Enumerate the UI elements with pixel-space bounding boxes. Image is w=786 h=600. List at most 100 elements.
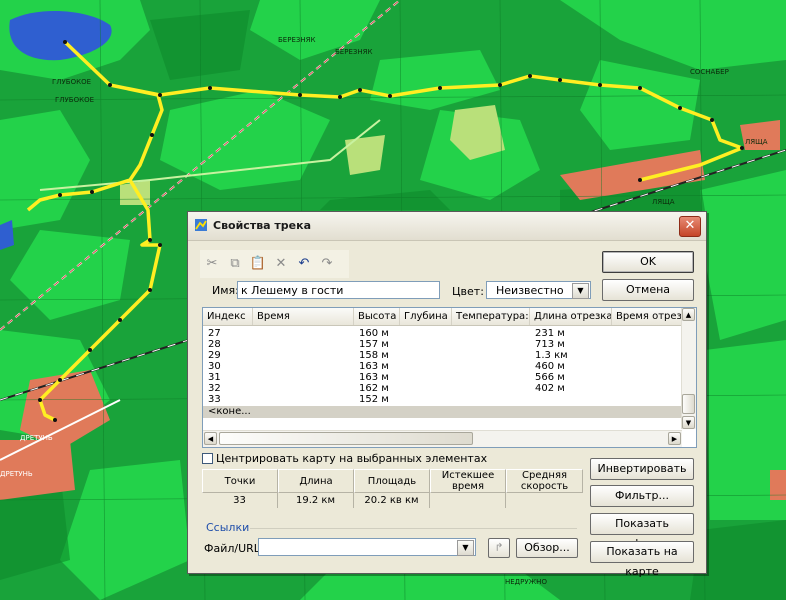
edit-toolbar: ✂ ⧉ 📋 ✕ ↶ ↷: [200, 250, 349, 278]
cell-end-marker: <коне...: [208, 406, 251, 417]
dialog-titlebar[interactable]: Свойства трека ✕: [188, 212, 706, 241]
map-label: БЕРЕЗНЯК: [278, 36, 316, 44]
scroll-right-icon[interactable]: ▶: [668, 432, 681, 445]
scroll-down-icon[interactable]: ▼: [682, 416, 695, 429]
cell-length: 402 м: [535, 383, 565, 394]
table-row[interactable]: 27 160 м 231 м: [203, 328, 682, 339]
redo-icon[interactable]: ↷: [318, 255, 336, 273]
table-header: Индекс Время Высота Глубина Температура:…: [203, 308, 682, 326]
map-label: ДРЕТУНЬ: [0, 470, 33, 478]
map-label: СОСНАБЕР: [690, 68, 729, 76]
vertical-scrollbar[interactable]: ▲ ▼: [681, 308, 696, 429]
show-profile-button[interactable]: Показать профиль...: [590, 513, 694, 550]
color-select[interactable]: Неизвестно ▼: [486, 281, 591, 299]
track-properties-dialog: Свойства трека ✕ ✂ ⧉ 📋 ✕ ↶ ↷ OK Отмена И…: [187, 211, 707, 578]
cell-altitude: 152 м: [359, 394, 389, 405]
scroll-up-icon[interactable]: ▲: [682, 308, 695, 321]
dialog-title: Свойства трека: [213, 219, 312, 232]
table-row[interactable]: 29 158 м 1.3 км: [203, 350, 682, 361]
file-url-input[interactable]: ▼: [258, 538, 476, 556]
stat-value-length: 19.2 км: [278, 493, 354, 508]
ok-button[interactable]: OK: [602, 251, 694, 273]
table-row[interactable]: 31 163 м 566 м: [203, 372, 682, 383]
stat-header-avg-speed: Средняя скорость: [506, 469, 583, 493]
column-header-depth[interactable]: Глубина: [400, 308, 452, 325]
stat-header-points: Точки: [202, 469, 278, 493]
map-label: ЛЯЩА: [745, 138, 768, 146]
cell-length: 566 м: [535, 372, 565, 383]
stat-value-elapsed-time: [430, 493, 506, 508]
browse-button[interactable]: Обзор...: [516, 538, 578, 558]
center-map-checkbox[interactable]: [202, 453, 213, 464]
cell-altitude: 160 м: [359, 328, 389, 339]
cell-length: 231 м: [535, 328, 565, 339]
stat-header-area: Площадь: [354, 469, 430, 493]
invert-button[interactable]: Инвертировать: [590, 458, 694, 480]
table-row[interactable]: 33 152 м: [203, 394, 682, 405]
cancel-button[interactable]: Отмена: [602, 279, 694, 301]
cell-index: 28: [208, 339, 221, 350]
table-row[interactable]: 28 157 м 713 м: [203, 339, 682, 350]
map-label: ЛЯЩА: [652, 198, 675, 206]
cell-length: 1.3 км: [535, 350, 568, 361]
stat-value-avg-speed: [506, 493, 583, 508]
stat-header-elapsed-time: Истекшее время: [430, 469, 506, 493]
color-select-value: Неизвестно: [496, 284, 564, 297]
close-button[interactable]: ✕: [679, 216, 701, 237]
cell-index: 33: [208, 394, 221, 405]
track-stats: Точки Длина Площадь Истекшее время Средн…: [202, 469, 583, 509]
stat-value-points: 33: [202, 493, 278, 508]
cell-altitude: 163 м: [359, 361, 389, 372]
map-label: ГЛУБОКОЕ: [52, 78, 92, 86]
center-map-label: Центрировать карту на выбранных элемента…: [216, 452, 488, 465]
cell-index: 32: [208, 383, 221, 394]
column-header-temperature[interactable]: Температура:: [452, 308, 530, 325]
cell-length: 713 м: [535, 339, 565, 350]
column-header-altitude[interactable]: Высота: [354, 308, 400, 325]
map-label: ГЛУБОКОЕ: [55, 96, 95, 104]
chevron-down-icon[interactable]: ▼: [572, 283, 589, 299]
column-header-segment-length[interactable]: Длина отрезка: [530, 308, 612, 325]
table-row-end[interactable]: <коне...: [203, 406, 682, 418]
stat-header-length: Длина: [278, 469, 354, 493]
name-input[interactable]: к Лешему в гости: [237, 281, 440, 299]
delete-icon[interactable]: ✕: [272, 255, 290, 273]
links-group-divider: [250, 528, 577, 529]
cell-index: 29: [208, 350, 221, 361]
column-header-time[interactable]: Время: [253, 308, 354, 325]
scroll-left-icon[interactable]: ◀: [204, 432, 217, 445]
column-header-index[interactable]: Индекс: [203, 308, 253, 325]
map-label: НЕДРУЖНО: [505, 578, 547, 586]
horizontal-scrollbar[interactable]: ◀ ▶: [203, 430, 682, 447]
map-label: БЕРЕЗНЯК: [335, 48, 373, 56]
show-on-map-button[interactable]: Показать на карте: [590, 541, 694, 578]
table-row[interactable]: 30 163 м 460 м: [203, 361, 682, 372]
name-label: Имя:: [212, 284, 239, 297]
stat-value-area: 20.2 кв км: [354, 493, 430, 508]
cell-altitude: 162 м: [359, 383, 389, 394]
undo-icon[interactable]: ↶: [295, 255, 313, 273]
cell-length: 460 м: [535, 361, 565, 372]
cell-altitude: 157 м: [359, 339, 389, 350]
cell-index: 27: [208, 328, 221, 339]
file-url-label: Файл/URL:: [204, 542, 264, 555]
scroll-thumb[interactable]: [682, 394, 695, 414]
open-link-icon[interactable]: ↱: [488, 538, 510, 558]
cut-icon[interactable]: ✂: [203, 255, 221, 273]
copy-icon[interactable]: ⧉: [226, 255, 244, 273]
track-app-icon: [195, 219, 207, 231]
map-label: ДРЕТУНЬ: [20, 434, 53, 442]
cell-altitude: 163 м: [359, 372, 389, 383]
cell-index: 30: [208, 361, 221, 372]
cell-altitude: 158 м: [359, 350, 389, 361]
scroll-thumb[interactable]: [219, 432, 473, 445]
table-row[interactable]: 32 162 м 402 м: [203, 383, 682, 394]
paste-icon[interactable]: 📋: [249, 255, 267, 273]
track-points-table[interactable]: Индекс Время Высота Глубина Температура:…: [202, 307, 697, 448]
cell-index: 31: [208, 372, 221, 383]
chevron-down-icon[interactable]: ▼: [457, 540, 474, 556]
color-label: Цвет:: [452, 285, 484, 298]
column-header-segment-time[interactable]: Время отрезка: [612, 308, 682, 325]
filter-button[interactable]: Фильтр...: [590, 485, 694, 507]
links-group-title: Ссылки: [206, 521, 250, 534]
